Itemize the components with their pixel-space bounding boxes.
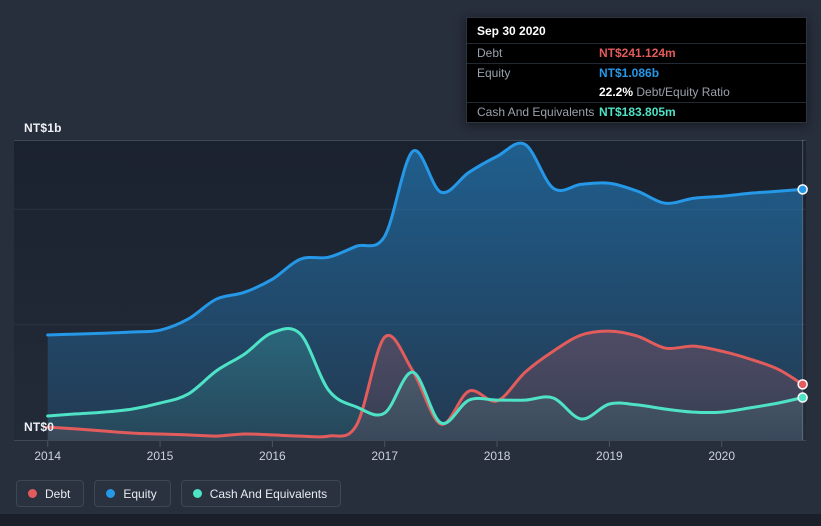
bottom-divider-strip bbox=[0, 514, 821, 526]
debt-series-dot-icon bbox=[28, 489, 37, 498]
tooltip-ratio-label: Debt/Equity Ratio bbox=[636, 85, 730, 99]
legend-chip-debt[interactable]: Debt bbox=[16, 480, 85, 507]
x-axis-label: 2015 bbox=[146, 449, 174, 463]
legend-chip-equity[interactable]: Equity bbox=[94, 480, 171, 507]
tooltip-cash-row: Cash And Equivalents NT$183.805m bbox=[467, 102, 806, 122]
y-axis-max-label: NT$1b bbox=[24, 121, 62, 135]
x-axis-label: 2017 bbox=[371, 449, 399, 463]
x-axis-label: 2019 bbox=[596, 449, 623, 463]
legend-chip-debt-label: Debt bbox=[45, 486, 71, 501]
tooltip-cash-value: NT$183.805m bbox=[599, 105, 676, 119]
tooltip-ratio-row: 22.2% Debt/Equity Ratio bbox=[467, 83, 806, 102]
chart-tooltip: Sep 30 2020 Debt NT$241.124m Equity NT$1… bbox=[466, 17, 807, 123]
tooltip-cash-label: Cash And Equivalents bbox=[477, 105, 595, 119]
tooltip-debt-value: NT$241.124m bbox=[599, 46, 676, 60]
tooltip-equity-label: Equity bbox=[477, 66, 511, 80]
tooltip-debt-row: Debt NT$241.124m bbox=[467, 43, 806, 63]
legend-chip-cash[interactable]: Cash And Equivalents bbox=[180, 480, 342, 507]
x-axis-label: 2018 bbox=[483, 449, 511, 463]
x-axis-label: 2020 bbox=[708, 449, 736, 463]
y-axis-zero-label: NT$0 bbox=[24, 420, 55, 434]
tooltip-date: Sep 30 2020 bbox=[477, 24, 546, 38]
tooltip-equity-row: Equity NT$1.086b bbox=[467, 63, 806, 83]
x-axis-label: 2014 bbox=[34, 449, 62, 463]
chart-legend: Debt Equity Cash And Equivalents bbox=[16, 480, 342, 507]
legend-chip-cash-label: Cash And Equivalents bbox=[209, 486, 328, 501]
legend-chip-equity-label: Equity bbox=[123, 486, 157, 501]
cash-series-dot-icon bbox=[192, 489, 202, 498]
tooltip-debt-label: Debt bbox=[477, 46, 503, 60]
tooltip-ratio-value: 22.2% Debt/Equity Ratio bbox=[599, 85, 730, 99]
tooltip-equity-value: NT$1.086b bbox=[599, 66, 660, 80]
equity-series-dot-icon bbox=[106, 489, 116, 498]
x-axis-label: 2016 bbox=[259, 449, 286, 463]
debt-equity-history-chart: NT$1b NT$0 2014 2015 2016 2017 2018 2019 2020 … bbox=[0, 0, 821, 526]
